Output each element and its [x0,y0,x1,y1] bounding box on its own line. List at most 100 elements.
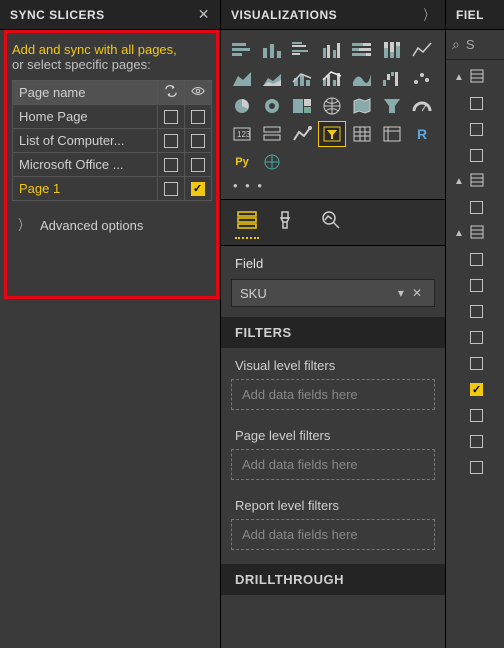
col-page-name: Page name [13,81,158,105]
waterfall-icon[interactable] [379,66,405,90]
table-icon[interactable] [349,122,375,146]
table-row[interactable]: Microsoft Office ... [13,153,212,177]
fields-title: FIEL [456,8,484,22]
field-checkbox[interactable] [470,461,483,474]
treemap-icon[interactable] [289,94,315,118]
visible-checkbox[interactable] [191,158,205,172]
field-item[interactable] [450,298,500,324]
slicer-icon[interactable] [319,122,345,146]
line-chart-icon[interactable] [409,38,435,62]
fields-table-toggle[interactable]: ▲ [450,168,500,194]
fields-tab-icon[interactable] [235,208,259,239]
stacked-bar-icon[interactable] [229,38,255,62]
field-item[interactable] [450,246,500,272]
sync-slicers-pane: SYNC SLICERS ✕ Add and sync with all pag… [0,0,220,648]
filled-map-icon[interactable] [349,94,375,118]
table-row[interactable]: Home Page [13,105,212,129]
field-checkbox[interactable] [470,279,483,292]
stacked-bar-100-icon[interactable] [349,38,375,62]
fields-pane: FIEL ⌕ S ▲ ▲ ▲ [445,0,504,648]
stacked-area-icon[interactable] [259,66,285,90]
field-checkbox[interactable] [470,149,483,162]
field-item[interactable] [450,272,500,298]
ribbon-chart-icon[interactable] [349,66,375,90]
line-stacked-column-icon[interactable] [289,66,315,90]
table-row[interactable]: List of Computer... [13,129,212,153]
field-item[interactable] [450,116,500,142]
field-checkbox[interactable] [470,357,483,370]
visualizations-pane: VISUALIZATIONS 〉 123 R [220,0,445,648]
field-checkbox[interactable] [470,331,483,344]
line-clustered-column-icon[interactable] [319,66,345,90]
field-item[interactable] [450,142,500,168]
triangle-down-icon: ▲ [454,176,464,187]
chevron-down-icon[interactable]: ▾ [394,286,408,300]
fields-search[interactable]: ⌕ S [446,30,504,60]
field-checkbox[interactable] [470,97,483,110]
gauge-icon[interactable] [409,94,435,118]
chevron-right-icon[interactable]: 〉 [423,5,432,25]
card-icon[interactable]: 123 [229,122,255,146]
sync-checkbox[interactable] [164,182,178,196]
r-visual-icon[interactable]: R [409,122,435,146]
sync-checkbox[interactable] [164,158,178,172]
field-item[interactable] [450,90,500,116]
stacked-column-100-icon[interactable] [379,38,405,62]
clustered-bar-icon[interactable] [289,38,315,62]
field-item[interactable] [450,350,500,376]
multirow-card-icon[interactable] [259,122,285,146]
table-row[interactable]: Page 1 [13,177,212,201]
field-well[interactable]: SKU ▾ ✕ [231,279,435,307]
visible-checkbox[interactable] [191,134,205,148]
close-icon[interactable]: ✕ [198,6,210,23]
report-filters-dropzone[interactable]: Add data fields here [231,519,435,550]
triangle-down-icon: ▲ [454,72,464,83]
field-item[interactable] [450,194,500,220]
donut-icon[interactable] [259,94,285,118]
field-well-label: Field [221,246,445,275]
map-icon[interactable] [319,94,345,118]
fields-table-toggle[interactable]: ▲ [450,64,500,90]
visible-checkbox[interactable] [191,110,205,124]
pie-icon[interactable] [229,94,255,118]
field-item[interactable] [450,376,500,402]
page-name: Page 1 [13,177,158,201]
remove-field-icon[interactable]: ✕ [408,286,426,300]
field-item[interactable] [450,454,500,480]
visible-checkbox[interactable] [191,182,205,196]
python-visual-icon[interactable]: Py [229,150,255,174]
kpi-icon[interactable] [289,122,315,146]
sync-checkbox[interactable] [164,110,178,124]
field-checkbox[interactable] [470,253,483,266]
matrix-icon[interactable] [379,122,405,146]
area-chart-icon[interactable] [229,66,255,90]
chevron-right-icon: 〉 [19,215,27,235]
stacked-column-icon[interactable] [259,38,285,62]
field-checkbox[interactable] [470,435,483,448]
field-checkbox[interactable] [470,123,483,136]
col-sync-icon[interactable] [158,81,185,105]
field-checkbox[interactable] [470,305,483,318]
arcgis-icon[interactable] [259,150,285,174]
field-checkbox[interactable] [470,409,483,422]
page-filters-label: Page level filters [221,418,445,445]
svg-text:123: 123 [237,130,251,139]
advanced-options-toggle[interactable]: 〉 Advanced options [12,201,212,249]
more-visuals-icon[interactable]: • • • [221,176,445,199]
field-checkbox[interactable] [470,383,483,396]
field-item[interactable] [450,428,500,454]
field-checkbox[interactable] [470,201,483,214]
field-item[interactable] [450,324,500,350]
page-filters-dropzone[interactable]: Add data fields here [231,449,435,480]
clustered-column-icon[interactable] [319,38,345,62]
format-tab-icon[interactable] [277,208,301,239]
sync-checkbox[interactable] [164,134,178,148]
fields-table-toggle[interactable]: ▲ [450,220,500,246]
sync-slicers-title: SYNC SLICERS [10,8,105,22]
col-visible-icon[interactable] [185,81,212,105]
funnel-icon[interactable] [379,94,405,118]
scatter-icon[interactable] [409,66,435,90]
visual-filters-dropzone[interactable]: Add data fields here [231,379,435,410]
analytics-tab-icon[interactable] [319,208,343,239]
field-item[interactable] [450,402,500,428]
